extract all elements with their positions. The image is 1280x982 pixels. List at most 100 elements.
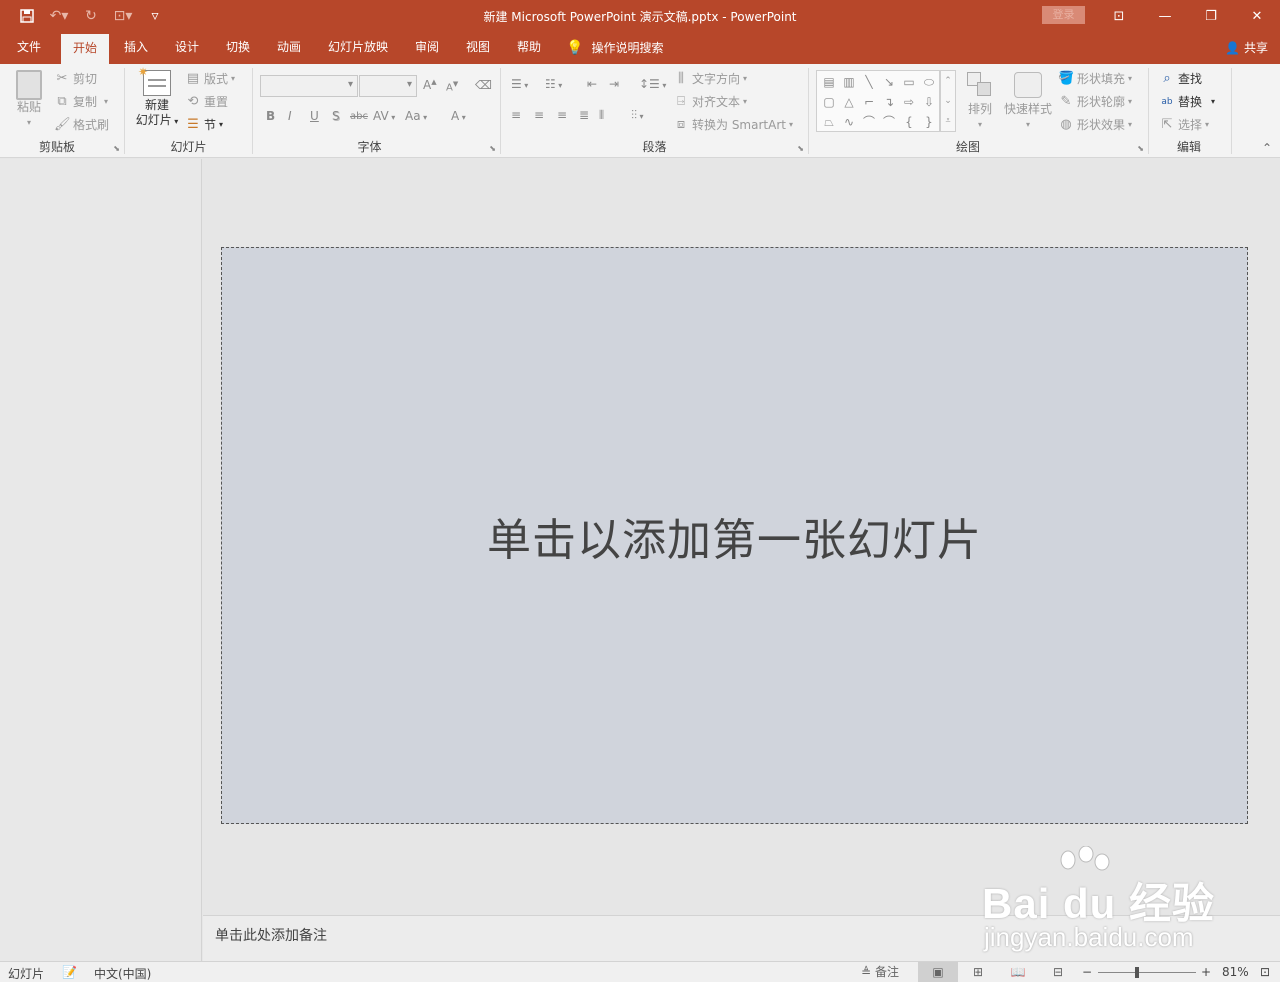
quick-styles-button[interactable]: 快速样式 ▾ [1002, 72, 1054, 132]
title-bar: ↶▾ ↻ ⊡▾ ▿ 新建 Microsoft PowerPoint 演示文稿.p… [0, 0, 1280, 32]
tab-transitions[interactable]: 切换 [216, 32, 260, 64]
dialog-launcher-icon[interactable]: ⬊ [1137, 144, 1144, 153]
more-shapes-icon[interactable]: ⩡ [941, 111, 955, 131]
save-icon[interactable] [14, 6, 40, 26]
wave-shape-icon[interactable]: ⌒ [879, 112, 899, 132]
arrow-line-shape-icon[interactable]: ↘ [879, 72, 899, 92]
restore-icon[interactable]: ❐ [1188, 0, 1234, 32]
oval-shape-icon[interactable]: ⬭ [919, 72, 939, 92]
cursor-icon: ⇱ [1161, 116, 1173, 132]
ribbon: 粘贴 ▾ ✂ 剪切 ⧉ 复制 ▾ 🖌 格式刷 剪贴板 ⬊ ✷ 新建 幻灯片 ▾ ▤ 版式 ▾… [0, 64, 1280, 158]
zoom-in-button[interactable]: + [1201, 965, 1211, 979]
select-label: 选择 [1178, 118, 1203, 132]
tell-me-label: 操作说明搜索 [591, 40, 664, 55]
shape-effects-button[interactable]: ◍ 形状效果 ▾ [1058, 116, 1132, 133]
lightbulb-icon: 💡 [566, 39, 584, 56]
collapse-ribbon-icon[interactable]: ⌃ [1262, 141, 1272, 155]
notes-pane[interactable]: 单击此处添加备注 [203, 915, 1280, 961]
tab-home[interactable]: 开始 [61, 34, 109, 64]
slideshow-view-icon[interactable]: ⊟ [1038, 962, 1078, 982]
status-bar: 幻灯片 📝 中文(中国) ≜ 备注 ▣ ⊞ 📖 ⊟ − + 81% ⊡ [0, 961, 1280, 982]
minimize-icon[interactable]: — [1142, 0, 1188, 32]
notes-placeholder: 单击此处添加备注 [215, 928, 327, 944]
chevron-up-icon[interactable]: ⌃ [941, 71, 955, 91]
fit-slide-icon[interactable]: ⊡ [1260, 965, 1270, 979]
notes-toggle-button[interactable]: ≜ 备注 [852, 962, 908, 982]
normal-view-icon[interactable]: ▣ [918, 962, 958, 982]
shape-effects-label: 形状效果 [1077, 118, 1126, 132]
tab-animations[interactable]: 动画 [267, 32, 311, 64]
shape-outline-button[interactable]: ✎ 形状轮廓 ▾ [1058, 93, 1132, 110]
customize-qat-icon[interactable]: ▿ [142, 6, 168, 26]
zoom-out-button[interactable]: − [1082, 965, 1092, 979]
sign-in-button[interactable]: 登录 [1042, 6, 1085, 24]
group-label-editing: 编辑 [1176, 140, 1201, 154]
notes-icon: ≜ [861, 965, 872, 979]
ribbon-display-options-icon[interactable]: ⊡ [1096, 0, 1142, 32]
pen-icon: ✎ [1060, 93, 1072, 109]
tab-review[interactable]: 审阅 [405, 32, 449, 64]
find-button[interactable]: ⌕ 查找 [1159, 70, 1202, 87]
reading-view-icon[interactable]: 📖 [998, 962, 1038, 982]
paint-bucket-icon: 🪣 [1058, 70, 1075, 86]
shapes-gallery-scroll[interactable]: ⌃ ⌄ ⩡ [940, 70, 956, 132]
share-button[interactable]: 👤 共享 [1225, 32, 1268, 64]
arrange-button[interactable]: 排列 ▾ [962, 72, 998, 132]
share-label: 共享 [1243, 40, 1268, 55]
undo-icon[interactable]: ↶▾ [46, 6, 72, 26]
tab-view[interactable]: 视图 [456, 32, 500, 64]
slide-placeholder[interactable]: 单击以添加第一张幻灯片 [221, 247, 1248, 824]
elbow-connector-shape-icon[interactable]: ⌐ [859, 92, 879, 112]
slide-thumbnails-pane[interactable] [0, 159, 202, 961]
curve-shape-icon[interactable]: ∿ [839, 112, 859, 132]
language-indicator[interactable]: 中文(中国) [94, 965, 151, 982]
vertical-textbox-shape-icon[interactable]: ▥ [839, 72, 859, 92]
slide-count: 幻灯片 [8, 967, 45, 981]
person-add-icon: 👤 [1225, 40, 1240, 55]
left-brace-shape-icon[interactable]: { [899, 112, 919, 132]
tab-insert[interactable]: 插入 [114, 32, 158, 64]
shape-outline-label: 形状轮廓 [1077, 95, 1126, 109]
tell-me-search[interactable]: 💡 操作说明搜索 [566, 32, 663, 64]
slide-placeholder-text: 单击以添加第一张幻灯片 [487, 514, 982, 566]
right-arrow-shape-icon[interactable]: ⇨ [899, 92, 919, 112]
right-brace-shape-icon[interactable]: } [919, 112, 939, 132]
rounded-rectangle-shape-icon[interactable]: ▢ [819, 92, 839, 112]
chevron-down-icon[interactable]: ⌄ [941, 91, 955, 111]
shape-fill-button[interactable]: 🪣 形状填充 ▾ [1058, 70, 1132, 87]
zoom-slider-track[interactable] [1098, 972, 1196, 973]
arrange-label: 排列 [967, 102, 992, 116]
tab-design[interactable]: 设计 [165, 32, 209, 64]
arc-shape-icon[interactable]: ⌒ [859, 112, 879, 132]
shape-fill-label: 形状填充 [1077, 72, 1126, 86]
triangle-shape-icon[interactable]: △ [839, 92, 859, 112]
close-icon[interactable]: ✕ [1234, 0, 1280, 32]
select-button[interactable]: ⇱ 选择 ▾ [1159, 116, 1209, 133]
present-from-start-icon[interactable]: ⊡▾ [110, 6, 136, 26]
group-label-drawing: 绘图 [955, 140, 980, 154]
spelling-check-icon[interactable]: 📝 [62, 965, 77, 979]
replace-button[interactable]: ab 替换 ▾ [1159, 93, 1215, 110]
find-label: 查找 [1178, 72, 1203, 86]
line-shape-icon[interactable]: ╲ [859, 72, 879, 92]
textbox-shape-icon[interactable]: ▤ [819, 72, 839, 92]
quick-styles-icon [1014, 72, 1042, 98]
freeform-shape-icon[interactable]: ⏢ [819, 112, 839, 132]
quick-access-toolbar: ↶▾ ↻ ⊡▾ ▿ [14, 6, 168, 26]
tab-slideshow[interactable]: 幻灯片放映 [321, 32, 395, 64]
quick-styles-label: 快速样式 [1003, 102, 1052, 116]
zoom-level[interactable]: 81% [1222, 965, 1249, 979]
zoom-slider-thumb[interactable] [1134, 967, 1139, 978]
elbow-arrow-shape-icon[interactable]: ↴ [879, 92, 899, 112]
group-drawing: ▤ ▥ ╲ ↘ ▭ ⬭ ▢ △ ⌐ ↴ ⇨ ⇩ ⏢ ∿ ⌒ ⌒ { } ⌃ ⌄ … [0, 64, 1150, 158]
shapes-gallery[interactable]: ▤ ▥ ╲ ↘ ▭ ⬭ ▢ △ ⌐ ↴ ⇨ ⇩ ⏢ ∿ ⌒ ⌒ { } [816, 70, 940, 132]
tab-file[interactable]: 文件 [6, 32, 52, 64]
notes-toggle-label: 备注 [874, 965, 899, 979]
rectangle-shape-icon[interactable]: ▭ [899, 72, 919, 92]
search-icon: ⌕ [1163, 70, 1171, 86]
redo-icon[interactable]: ↻ [78, 6, 104, 26]
slide-sorter-icon[interactable]: ⊞ [958, 962, 998, 982]
group-editing: ⌕ 查找 ab 替换 ▾ ⇱ 选择 ▾ 编辑 [1149, 64, 1231, 158]
down-arrow-shape-icon[interactable]: ⇩ [919, 92, 939, 112]
tab-help[interactable]: 帮助 [507, 32, 551, 64]
